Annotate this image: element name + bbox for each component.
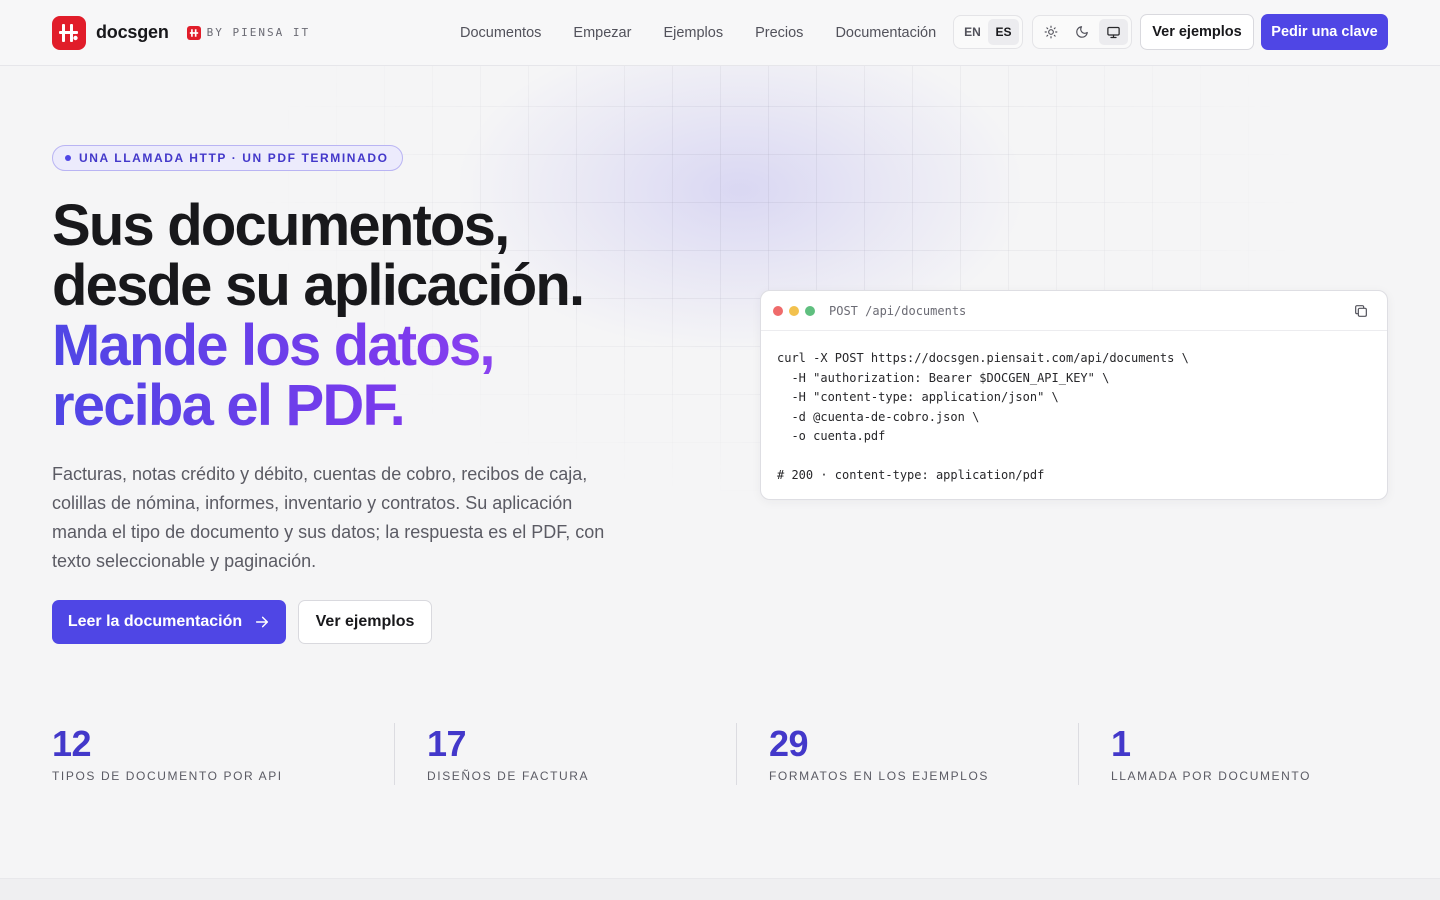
brand-name: docsgen <box>96 22 169 42</box>
site-header: docsgen BY PIENSA IT Documentos Empezar … <box>0 0 1440 66</box>
language-switcher: EN ES <box>953 15 1023 49</box>
code-line: -H "authorization: Bearer $DOCGEN_API_KE… <box>777 370 1110 385</box>
stat-label: DISEÑOS DE FACTURA <box>427 769 590 783</box>
monitor-icon[interactable] <box>1098 19 1128 45</box>
headline-line-1: Sus documentos, <box>52 193 510 258</box>
stat-divider <box>394 723 395 785</box>
headline-line-3: Mande los datos, <box>52 316 692 376</box>
stat-item: 1 LLAMADA POR DOCUMENTO <box>1111 723 1311 785</box>
headline-line-4: reciba el PDF. <box>52 376 692 436</box>
headline-line-2: desde su aplicación. <box>52 253 585 318</box>
stat-value: 17 <box>427 723 467 764</box>
next-section-edge <box>0 878 1440 900</box>
docsgen-logo-icon <box>52 15 86 50</box>
stat-item: 29 FORMATOS EN LOS EJEMPLOS <box>769 723 989 785</box>
code-line: -H "content-type: application/json" \ <box>777 390 1059 404</box>
code-comment-line: # 200 · content-type: application/pdf <box>777 468 1045 482</box>
arrow-right-icon <box>256 616 269 628</box>
code-line: -d @cuenta-de-cobro.json \ <box>777 409 980 424</box>
read-docs-label: Leer la documentación <box>67 613 243 630</box>
sun-icon[interactable] <box>1036 19 1065 45</box>
nav-link-documentos[interactable]: Documentos <box>460 25 541 41</box>
badge-dot-icon <box>65 155 71 161</box>
code-line: curl -X POST https://docsgen.piensait.co… <box>777 351 1189 365</box>
hero-description: Facturas, notas crédito y débito, cuenta… <box>52 464 605 571</box>
stat-value: 29 <box>769 723 809 764</box>
code-example-window: POST /api/documents curl -X POST https:/… <box>760 290 1388 500</box>
nav-link-empezar[interactable]: Empezar <box>573 25 631 41</box>
stat-value: 12 <box>52 723 92 764</box>
read-docs-button[interactable]: Leer la documentación <box>52 600 286 644</box>
code-line: -o cuenta.pdf <box>777 429 886 443</box>
stats-row: 12 TIPOS DE DOCUMENTO POR API 17 DISEÑOS… <box>52 723 1388 785</box>
stat-label: LLAMADA POR DOCUMENTO <box>1111 769 1312 783</box>
hero-headline: Sus documentos, desde su aplicación. Man… <box>52 196 692 436</box>
moon-icon[interactable] <box>1067 19 1096 45</box>
stat-value: 1 <box>1111 723 1131 764</box>
byline-text: BY PIENSA IT <box>206 26 311 39</box>
code-window-titlebar: POST /api/documents <box>761 291 1387 331</box>
main-nav: Documentos Empezar Ejemplos Precios Docu… <box>460 0 936 66</box>
brand[interactable]: docsgen BY PIENSA IT <box>52 15 311 50</box>
hero-eyebrow-badge: UNA LLAMADA HTTP · UN PDF TERMINADO <box>52 145 403 171</box>
window-maximize-dot <box>805 305 815 316</box>
nav-link-documentacion[interactable]: Documentación <box>835 25 936 41</box>
stat-divider <box>1078 723 1079 785</box>
request-key-button[interactable]: Pedir una clave <box>1261 14 1388 50</box>
byline: BY PIENSA IT <box>186 25 311 40</box>
hero-examples-button[interactable]: Ver ejemplos <box>298 600 432 644</box>
copy-icon[interactable] <box>1353 303 1369 319</box>
nav-link-ejemplos[interactable]: Ejemplos <box>663 25 723 41</box>
theme-switcher <box>1032 15 1132 49</box>
window-close-dot <box>773 305 783 316</box>
lang-option-es[interactable]: ES <box>988 19 1019 45</box>
header-examples-button[interactable]: Ver ejemplos <box>1140 14 1254 50</box>
nav-link-precios[interactable]: Precios <box>755 25 803 41</box>
stat-item: 12 TIPOS DE DOCUMENTO POR API <box>52 723 283 785</box>
stat-label: TIPOS DE DOCUMENTO POR API <box>52 769 283 783</box>
stat-item: 17 DISEÑOS DE FACTURA <box>427 723 589 785</box>
badge-text: UNA LLAMADA HTTP · UN PDF TERMINADO <box>79 151 389 165</box>
stat-label: FORMATOS EN LOS EJEMPLOS <box>769 769 989 783</box>
window-minimize-dot <box>789 305 799 316</box>
piensa-logo-icon <box>186 25 201 40</box>
stat-divider <box>736 723 737 785</box>
code-block[interactable]: curl -X POST https://docsgen.piensait.co… <box>761 331 1387 486</box>
lang-option-en[interactable]: EN <box>957 19 988 45</box>
code-window-title: POST /api/documents <box>829 303 967 318</box>
